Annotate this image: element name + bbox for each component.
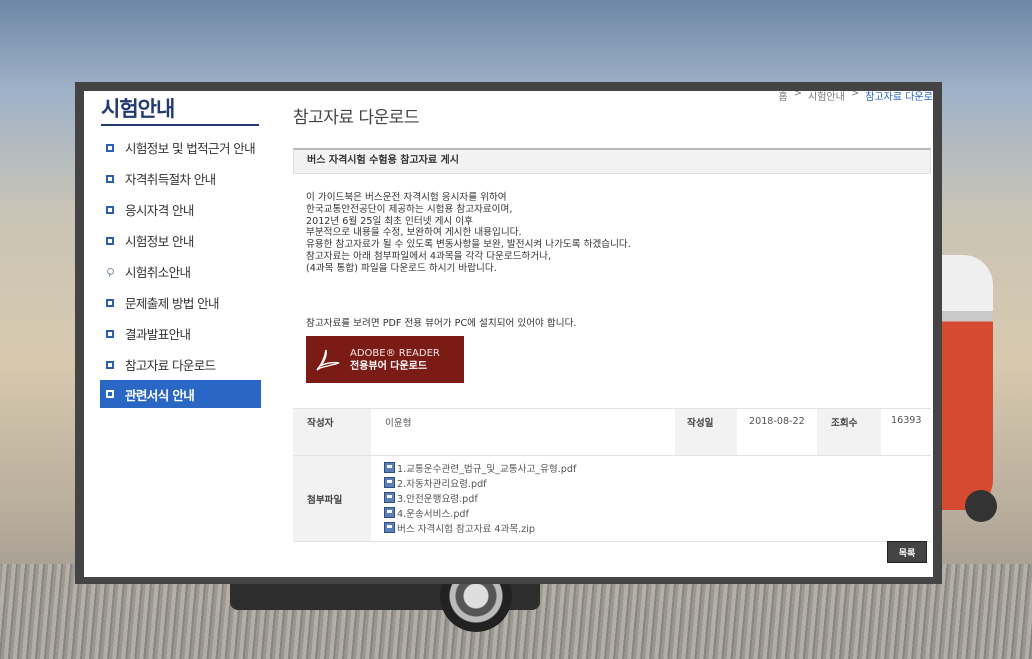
post-meta-row: 작성자 이윤형 작성일 2018-08-22 조회수 16393 bbox=[293, 408, 931, 456]
breadcrumb-separator: > bbox=[793, 91, 803, 99]
post-body-line: (4과목 통합) 파일을 다운로드 하시기 바랍니다. bbox=[306, 262, 497, 274]
background-red-vehicle bbox=[935, 255, 993, 510]
attachment-filename: 버스 자격시험 참고자료 4과목.zip bbox=[397, 523, 536, 535]
attachment-link[interactable]: 2.자동차관리요령.pdf bbox=[384, 475, 931, 490]
pdf-viewer-note: 참고자료를 보려면 PDF 전용 뷰어가 PC에 설치되어 있어야 합니다. bbox=[306, 318, 577, 329]
attachments-row: 첨부파일 1.교통운수관련_법규_및_교통사고_유형.pdf 2.자동차관리요령… bbox=[293, 455, 931, 542]
post-info-table: 작성자 이윤형 작성일 2018-08-22 조회수 16393 첨부파일 1.… bbox=[293, 408, 931, 542]
views-value: 16393 bbox=[881, 408, 931, 456]
breadcrumb: 홈 > 시험안내 > 참고자료 다운로드 bbox=[778, 91, 933, 103]
breadcrumb-current: 참고자료 다운로드 bbox=[865, 92, 933, 103]
floppy-disk-icon bbox=[384, 477, 395, 488]
floppy-disk-icon bbox=[384, 462, 395, 473]
post-body-line: 한국교통안전공단이 제공하는 시험용 참고자료이며, bbox=[306, 203, 513, 215]
attachments-label: 첨부파일 bbox=[293, 455, 371, 542]
square-bullet-icon bbox=[106, 236, 114, 245]
sidebar-item-qualification-process[interactable]: 자격취득절차 안내 bbox=[101, 163, 261, 194]
post-body-line: 부분적으로 내용을 수정, 보완하여 게시한 내용입니다. bbox=[306, 227, 522, 239]
post-body-line: 참고자료는 아래 첨부파일에서 4과목을 각각 다운로드하거나, bbox=[306, 250, 552, 262]
list-button[interactable]: 목록 bbox=[887, 541, 927, 563]
sidebar-item-exam-cancel[interactable]: 시험취소안내 bbox=[101, 256, 261, 287]
square-bullet-icon bbox=[106, 205, 114, 214]
post-body-line: 유용한 참고자료가 될 수 있도록 변동사항을 보완, 발전시켜 나가도록 하겠… bbox=[306, 239, 631, 251]
attachment-link[interactable]: 3.안전운행요령.pdf bbox=[384, 490, 931, 505]
post-body-line: 이 가이드북은 버스운전 자격시험 응시자를 위하여 bbox=[306, 192, 507, 203]
main-content: 홈 > 시험안내 > 참고자료 다운로드 참고자료 다운로드 버스 자격시험 수… bbox=[293, 91, 933, 577]
page-content: 시험안내 시험정보 및 법적근거 안내 자격취득절차 안내 응시자격 안내 시험… bbox=[84, 91, 933, 577]
attachment-link[interactable]: 4.운송서비스.pdf bbox=[384, 505, 931, 520]
square-bullet-icon bbox=[106, 174, 114, 183]
square-bullet-icon bbox=[106, 329, 114, 338]
attachment-filename: 2.자동차관리요령.pdf bbox=[397, 478, 487, 490]
sidebar-item-label: 시험정보 안내 bbox=[125, 234, 194, 249]
floppy-disk-icon bbox=[384, 492, 395, 503]
sidebar-item-label: 관련서식 안내 bbox=[125, 387, 195, 403]
date-label: 작성일 bbox=[675, 408, 737, 456]
adobe-reader-subtitle: 전용뷰어 다운로드 bbox=[350, 360, 428, 372]
square-bullet-icon bbox=[106, 360, 114, 369]
background-vehicle-wheel bbox=[965, 490, 997, 522]
attachment-link[interactable]: 버스 자격시험 참고자료 4과목.zip bbox=[384, 520, 931, 535]
sidebar-item-exam-info[interactable]: 시험정보 안내 bbox=[101, 225, 261, 256]
breadcrumb-separator: > bbox=[850, 91, 860, 99]
sidebar-item-label: 시험정보 및 법적근거 안내 bbox=[125, 141, 256, 156]
sidebar-menu: 시험정보 및 법적근거 안내 자격취득절차 안내 응시자격 안내 시험정보 안내… bbox=[100, 132, 261, 408]
adobe-reader-download-button[interactable]: ADOBE® READER 전용뷰어 다운로드 bbox=[306, 336, 464, 383]
breadcrumb-section[interactable]: 시험안내 bbox=[808, 91, 845, 103]
attachment-link[interactable]: 1.교통운수관련_법규_및_교통사고_유형.pdf bbox=[384, 460, 931, 475]
adobe-reader-title: ADOBE® READER bbox=[350, 347, 440, 359]
sidebar-item-label: 응시자격 안내 bbox=[125, 203, 194, 218]
sidebar-item-label: 자격취득절차 안내 bbox=[125, 172, 216, 187]
square-bullet-icon bbox=[106, 298, 114, 307]
sidebar-item-related-forms[interactable]: 관련서식 안내 bbox=[100, 380, 261, 408]
adobe-reader-text: ADOBE® READER 전용뷰어 다운로드 bbox=[350, 347, 440, 373]
sidebar-item-results[interactable]: 결과발표안내 bbox=[101, 318, 261, 349]
post-body-line: 2012년 6월 25일 최초 인터넷 게시 이후 bbox=[306, 215, 473, 227]
sidebar-item-label: 참고자료 다운로드 bbox=[125, 358, 216, 373]
sidebar-item-question-method[interactable]: 문제출제 방법 안내 bbox=[101, 287, 261, 318]
date-value: 2018-08-22 bbox=[737, 408, 817, 456]
attachments-list: 1.교통운수관련_법규_및_교통사고_유형.pdf 2.자동차관리요령.pdf … bbox=[371, 455, 931, 542]
adobe-reader-icon bbox=[314, 346, 342, 374]
floppy-disk-icon bbox=[384, 507, 395, 518]
sidebar-item-label: 결과발표안내 bbox=[125, 327, 191, 342]
sidebar-item-label: 문제출제 방법 안내 bbox=[125, 296, 220, 311]
floppy-disk-icon bbox=[384, 522, 395, 533]
square-bullet-icon bbox=[106, 390, 114, 398]
post-body: 이 가이드북은 버스운전 자격시험 응시자를 위하여 한국교통안전공단이 제공하… bbox=[306, 192, 631, 275]
sidebar-item-eligibility[interactable]: 응시자격 안내 bbox=[101, 194, 261, 225]
sidebar-item-exam-info-legal[interactable]: 시험정보 및 법적근거 안내 bbox=[101, 132, 261, 163]
post-heading: 버스 자격시험 수험용 참고자료 게시 bbox=[293, 148, 931, 174]
sidebar-item-reference-download[interactable]: 참고자료 다운로드 bbox=[101, 349, 261, 380]
author-label: 작성자 bbox=[293, 408, 371, 456]
sidebar-divider bbox=[101, 124, 259, 126]
attachment-filename: 4.운송서비스.pdf bbox=[397, 508, 469, 520]
sidebar-item-label: 시험취소안내 bbox=[125, 265, 191, 280]
breadcrumb-home[interactable]: 홈 bbox=[778, 91, 787, 103]
author-value: 이윤형 bbox=[371, 408, 675, 456]
pin-icon bbox=[106, 267, 114, 277]
page-title: 참고자료 다운로드 bbox=[293, 108, 420, 128]
attachment-filename: 3.안전운행요령.pdf bbox=[397, 493, 478, 505]
square-bullet-icon bbox=[106, 143, 114, 152]
sidebar-title: 시험안내 bbox=[101, 97, 175, 121]
views-label: 조회수 bbox=[817, 408, 881, 456]
attachment-filename: 1.교통운수관련_법규_및_교통사고_유형.pdf bbox=[397, 463, 577, 475]
